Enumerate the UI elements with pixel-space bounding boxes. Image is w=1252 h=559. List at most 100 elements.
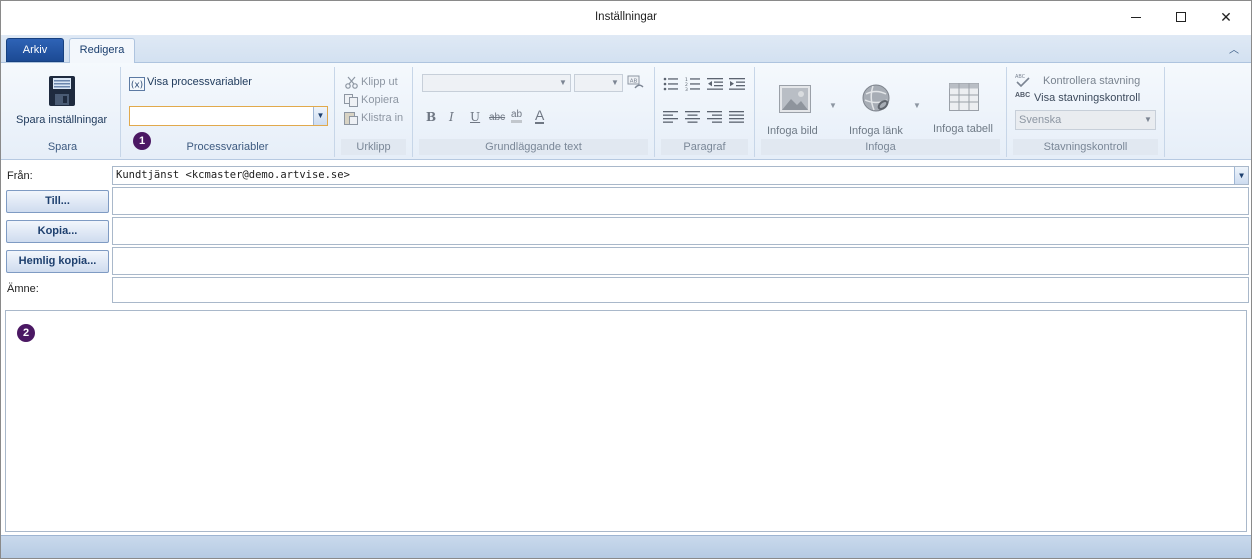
ribbon: Spara inställningar Spara (x) Visa proce… [1, 63, 1251, 160]
save-settings-label: Spara inställningar [16, 114, 108, 126]
group-infoga: Infoga bild ▼ Infoga länk ▼ Infoga tabel… [755, 67, 1007, 157]
group-label-infoga: Infoga [761, 139, 1000, 155]
insert-image-button: Infoga bild ▼ [763, 79, 843, 137]
bcc-input[interactable] [112, 247, 1249, 275]
check-spelling-button: ABC Kontrollera stavning [1015, 73, 1163, 89]
insert-table-label: Infoga tabell [933, 123, 993, 135]
from-label: Från: [7, 170, 33, 182]
italic-button: I [449, 110, 454, 124]
copy-label: Kopiera [361, 94, 399, 106]
from-value: Kundtjänst <kcmaster@demo.artvise.se> [116, 169, 350, 181]
maximize-icon [1176, 12, 1186, 22]
table-icon [949, 83, 979, 111]
group-label-paragraf: Paragraf [661, 139, 748, 155]
status-bar [1, 535, 1251, 558]
image-icon [779, 85, 811, 113]
maximize-button[interactable] [1158, 1, 1204, 33]
paste-icon [344, 112, 358, 125]
font-name-combo: ▼ [422, 74, 571, 92]
underline-button: U [470, 110, 481, 124]
subject-label: Ämne: [7, 283, 39, 295]
language-combo: Svenska ▼ [1015, 110, 1156, 130]
bcc-button[interactable]: Hemlig kopia... [6, 250, 109, 273]
tab-redigera[interactable]: Redigera [69, 38, 135, 64]
minimize-icon [1131, 16, 1141, 18]
abc-mark: ABC [1015, 74, 1026, 80]
spelling-abc-icon: ABC [1015, 92, 1031, 99]
window-title: Inställningar [594, 11, 657, 23]
close-icon: ✕ [1220, 8, 1232, 25]
align-right-icon [707, 111, 722, 123]
show-process-variables-label: Visa processvariabler [147, 76, 252, 88]
group-label-grundlaggande-text: Grundläggande text [419, 139, 648, 155]
indent-icon [729, 78, 745, 90]
cut-button: Klipp ut [343, 75, 411, 91]
settings-window: Inställningar ✕ Arkiv Redigera ︿ Spara i… [0, 0, 1252, 559]
font-size-combo: ▼ [574, 74, 623, 92]
chevron-down-icon: ▼ [913, 101, 921, 110]
group-spara: Spara inställningar Spara [5, 67, 121, 157]
chevron-down-icon: ▼ [611, 78, 619, 87]
highlight-button: ab [511, 109, 523, 123]
chevron-down-icon: ▼ [1144, 115, 1152, 124]
strikethrough-button: abc [489, 112, 506, 123]
close-button[interactable]: ✕ [1203, 1, 1249, 33]
to-button[interactable]: Till... [6, 190, 109, 213]
svg-text:AB: AB [630, 79, 638, 85]
chevron-down-icon: ▼ [313, 107, 327, 125]
ribbon-tabs: Arkiv Redigera ︿ [1, 35, 1251, 64]
to-input[interactable] [112, 187, 1249, 215]
justify-icon [729, 111, 744, 123]
copy-button: Kopiera [343, 93, 411, 109]
from-select[interactable]: Kundtjänst <kcmaster@demo.artvise.se> ▼ [112, 166, 1249, 185]
process-variable-combo[interactable]: ▼ [129, 106, 328, 126]
variable-icon: (x) [129, 77, 145, 91]
save-settings-button[interactable]: Spara inställningar [9, 71, 117, 127]
outdent-icon [707, 78, 723, 90]
cut-label: Klipp ut [361, 76, 398, 88]
svg-text:(x): (x) [131, 81, 143, 91]
group-processvariabler: (x) Visa processvariabler ▼ 1 Processvar… [121, 67, 335, 157]
copy-icon [344, 94, 358, 107]
title-bar: Inställningar ✕ [1, 1, 1251, 35]
group-stavningskontroll: ABC Kontrollera stavning ABC Visa stavni… [1007, 67, 1165, 157]
collapse-ribbon-button[interactable]: ︿ [1227, 41, 1241, 56]
subject-input[interactable] [112, 277, 1249, 303]
chevron-down-icon: ▼ [1234, 167, 1248, 184]
cc-input[interactable] [112, 217, 1249, 245]
tab-arkiv[interactable]: Arkiv [6, 38, 64, 62]
spellcheck-icon: ABC [1015, 74, 1030, 87]
message-body-editor[interactable]: 2 [5, 310, 1247, 532]
chevron-down-icon: ▼ [559, 78, 567, 87]
clear-format-icon: AB [627, 75, 644, 89]
insert-link-button: Infoga länk ▼ [845, 79, 925, 137]
globe-link-icon [862, 84, 890, 112]
cc-button[interactable]: Kopia... [6, 220, 109, 243]
chevron-down-icon: ▼ [829, 101, 837, 110]
group-label-urklipp: Urklipp [341, 139, 406, 155]
scissors-icon [345, 76, 358, 89]
font-color-button: A [535, 107, 545, 124]
bold-button: B [426, 110, 437, 124]
check-spelling-label: Kontrollera stavning [1043, 75, 1141, 87]
language-value: Svenska [1019, 114, 1062, 126]
minimize-button[interactable] [1113, 1, 1159, 33]
svg-text:3: 3 [685, 87, 688, 91]
align-left-icon [663, 111, 678, 123]
insert-link-label: Infoga länk [849, 125, 903, 137]
floppy-disk-icon [49, 76, 75, 106]
chevron-up-icon: ︿ [1229, 45, 1239, 56]
paste-button: Klistra in [343, 111, 411, 127]
paste-label: Klistra in [361, 112, 404, 124]
insert-image-label: Infoga bild [767, 125, 818, 137]
show-spelling-button: ABC Visa stavningskontroll [1015, 91, 1163, 107]
align-center-icon [685, 111, 700, 123]
group-label-stavningskontroll: Stavningskontroll [1013, 139, 1158, 155]
insert-table-button: Infoga tabell [927, 79, 1005, 137]
group-urklipp: Klipp ut Kopiera Klistra in Urklipp [335, 67, 413, 157]
show-spelling-label: Visa stavningskontroll [1034, 92, 1141, 104]
group-grundlaggande-text: ▼ ▼ AB B I U abc ab A Grundläggande text [413, 67, 655, 157]
callout-badge-2: 2 [17, 324, 35, 342]
show-process-variables-button[interactable]: (x) Visa processvariabler [127, 75, 267, 91]
numbered-list-icon: 1 2 3 [685, 77, 700, 91]
